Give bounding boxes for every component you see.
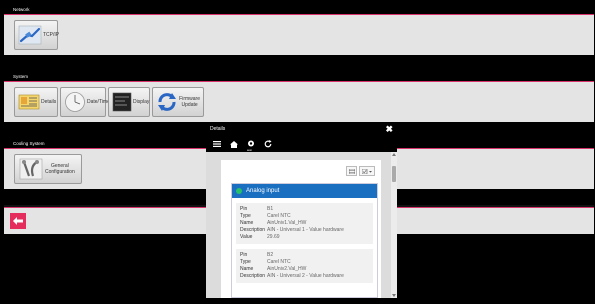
status-dot-icon — [236, 188, 242, 194]
system-panel-body: Details Date/Time Display Firmware Updat… — [4, 82, 594, 122]
details-icon — [18, 90, 40, 114]
analog-input-header: Analog input — [232, 184, 377, 198]
close-icon[interactable]: ✖ — [385, 124, 393, 134]
dialog-content: Analog input Pin B1 Type Carel NTC Name Ain… — [206, 152, 397, 298]
system-panel-title: System — [4, 72, 594, 82]
field-row: Description AIN - Universal 1 - Value har… — [240, 227, 369, 234]
system-panel: System Details Date/Time Display Firmwar… — [4, 72, 594, 122]
details-label: Details — [41, 99, 57, 105]
field-row: Pin B1 — [240, 206, 369, 213]
arrow-left-icon — [13, 217, 23, 225]
field-value: B1 — [267, 206, 274, 212]
field-key: Type — [240, 259, 251, 265]
input-group-b1: Pin B1 Type Carel NTC Name AinUniv1.Val_HW … — [236, 203, 373, 244]
refresh-icon — [156, 90, 178, 114]
firmware-update-label: Firmware Update — [179, 96, 200, 108]
menu-icon[interactable] — [210, 138, 224, 150]
field-key: Pin — [240, 252, 248, 258]
refresh-icon[interactable] — [261, 138, 275, 150]
probe-button[interactable]: auto — [244, 138, 258, 152]
field-row: Name AinUniv1.Val_HW — [240, 220, 369, 227]
field-row: Type Carel NTC — [240, 213, 369, 220]
display-label: Display — [133, 99, 150, 105]
field-row: Type Carel NTC — [240, 259, 369, 266]
field-key: Description — [240, 227, 266, 233]
field-row: Value 29.69 — [240, 234, 369, 241]
back-button[interactable] — [10, 213, 26, 229]
details-button[interactable]: Details — [14, 87, 58, 117]
dialog-toolbar: auto — [206, 136, 397, 152]
field-key: Value — [240, 234, 253, 240]
scroll-down-icon[interactable] — [392, 294, 396, 297]
tools-icon — [18, 157, 44, 181]
display-icon — [112, 90, 132, 114]
field-value: AIN - Universal 1 - Value hardware — [267, 227, 344, 233]
scrollbar[interactable] — [391, 152, 397, 298]
network-panel-body: TCP/IP — [4, 15, 594, 55]
field-value: Carel NTC — [267, 259, 291, 265]
clock-icon — [64, 90, 86, 114]
tcpip-button[interactable]: TCP/IP — [14, 20, 60, 50]
field-key: Type — [240, 213, 251, 219]
dialog-title: Details — [210, 126, 226, 132]
field-key: Name — [240, 220, 254, 226]
date-time-label: Date/Time — [87, 99, 110, 105]
display-button[interactable]: Display — [108, 87, 150, 117]
network-cable-icon — [18, 23, 42, 47]
field-key: Name — [240, 266, 254, 272]
date-time-button[interactable]: Date/Time — [60, 87, 110, 117]
general-configuration-label: General Configuration — [45, 163, 75, 175]
input-group-b2: Pin B2 Type Carel NTC Name AinUniv2.Val_HW … — [236, 249, 373, 283]
details-content: Analog input Pin B1 Type Carel NTC Name Ain… — [221, 160, 381, 298]
field-value: AinUniv2.Val_HW — [267, 266, 307, 272]
probe-icon — [248, 140, 254, 147]
home-icon[interactable] — [227, 138, 241, 150]
field-value: B2 — [267, 252, 274, 258]
field-row: Name AinUniv2.Val_HW — [240, 266, 369, 273]
field-value: AIN - Universal 2 - Value hardware — [267, 273, 344, 279]
tcpip-label: TCP/IP — [43, 32, 60, 38]
scroll-thumb[interactable] — [392, 166, 396, 182]
details-dialog: Details ✖ auto Analog input Pin B1 Type … — [206, 122, 397, 298]
field-row: Pin B2 — [240, 252, 369, 259]
dialog-titlebar: Details ✖ — [206, 122, 397, 136]
general-configuration-button[interactable]: General Configuration — [14, 154, 82, 184]
analog-input-title: Analog input — [246, 188, 280, 194]
field-key: Pin — [240, 206, 248, 212]
field-value: Carel NTC — [267, 213, 291, 219]
table-icon[interactable] — [346, 166, 357, 176]
firmware-update-button[interactable]: Firmware Update — [152, 87, 204, 117]
view-tools — [344, 166, 375, 176]
analog-input-card: Analog input Pin B1 Type Carel NTC Name Ain… — [231, 183, 378, 298]
network-panel-title: Network — [4, 5, 594, 15]
network-panel: Network TCP/IP — [4, 5, 594, 55]
field-value: 29.69 — [267, 234, 280, 240]
scroll-up-icon[interactable] — [392, 153, 396, 156]
field-key: Description — [240, 273, 266, 279]
check-dropdown-icon[interactable] — [359, 166, 375, 176]
field-row: Description AIN - Universal 2 - Value har… — [240, 273, 369, 280]
field-value: AinUniv1.Val_HW — [267, 220, 307, 226]
